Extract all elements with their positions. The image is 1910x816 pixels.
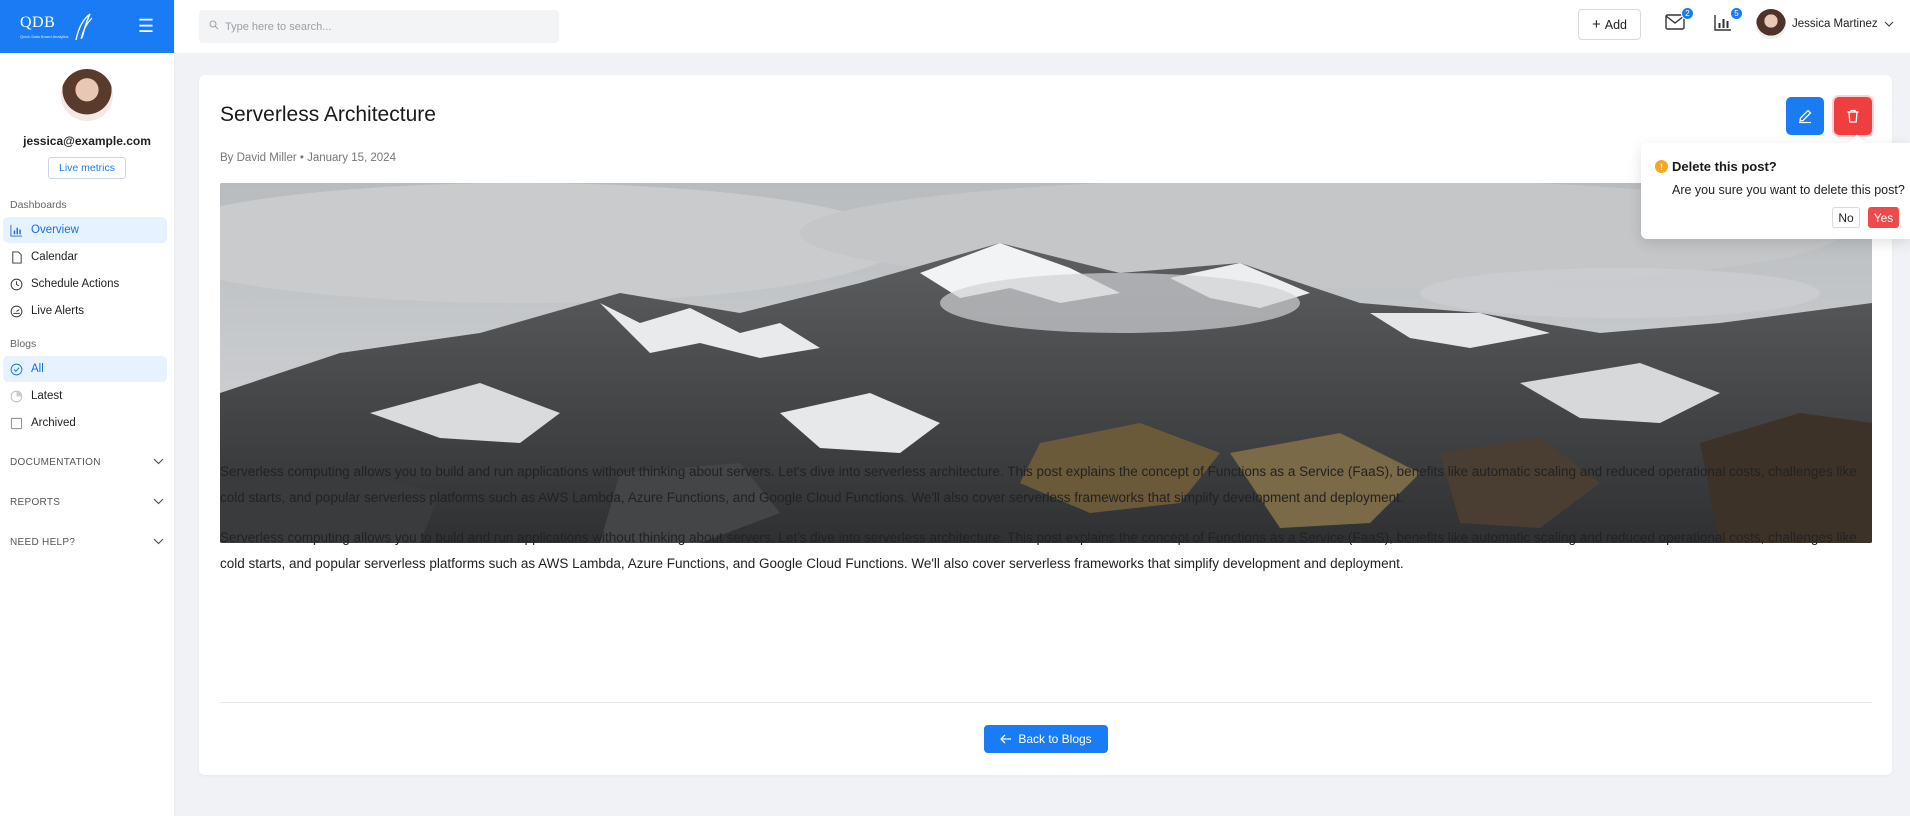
brand-name: QDB (20, 14, 56, 31)
chevron-down-icon (153, 497, 164, 508)
chart-count-badge: 5 (1730, 7, 1743, 20)
arrow-left-icon (1000, 734, 1012, 744)
dashboards-section-title: Dashboards (10, 199, 67, 211)
avatar[interactable] (61, 69, 113, 121)
popover-message: Are you sure you want to delete this pos… (1672, 183, 1905, 197)
warning-icon: ! (1655, 160, 1668, 173)
chevron-down-icon (153, 457, 164, 468)
plus-icon: + (1591, 16, 1601, 33)
confirm-delete-button[interactable]: Yes (1868, 207, 1899, 228)
chevron-down-icon (153, 537, 164, 548)
sidebar-section-reports[interactable]: REPORTS (0, 488, 174, 516)
sidebar-item-calendar[interactable]: Calendar (3, 244, 167, 270)
sidebar-item-label: All (31, 363, 44, 375)
brand-tagline: Quick Data Board Analytics (20, 34, 69, 39)
feather-logo-icon (75, 12, 93, 40)
sidebar-item-label: Archived (31, 417, 76, 429)
file-icon (10, 250, 23, 264)
edit-button[interactable] (1786, 97, 1824, 135)
search-placeholder: Type here to search... (225, 20, 332, 33)
section-label: DOCUMENTATION (10, 456, 101, 468)
topbar: Type here to search... + Add 2 5 Jessica… (175, 0, 1910, 53)
analytics-button[interactable]: 5 (1714, 7, 1743, 36)
search-input[interactable]: Type here to search... (199, 10, 559, 43)
popover-title: Delete this post? (1672, 159, 1777, 174)
pencil-icon (1799, 109, 1812, 124)
chevron-down-icon (1884, 18, 1894, 30)
clock-icon (10, 278, 23, 291)
sidebar-item-label: Live Alerts (31, 305, 85, 317)
post-card: Serverless Architecture By David Miller … (199, 75, 1892, 775)
avatar (1756, 9, 1786, 39)
section-label: REPORTS (10, 496, 61, 508)
delete-button[interactable] (1834, 97, 1872, 135)
sidebar-item-label: Latest (31, 390, 63, 402)
search-icon (209, 20, 219, 33)
sidebar: QDB Quick Data Board Analytics ☰ jessica… (0, 0, 175, 816)
section-label: NEED HELP? (10, 536, 76, 548)
menu-toggle-icon[interactable]: ☰ (138, 16, 154, 37)
brand-logo[interactable]: QDB Quick Data Board Analytics (20, 12, 94, 42)
sidebar-item-latest[interactable]: Latest (3, 383, 167, 409)
chart-icon (10, 224, 23, 237)
sidebar-item-label: Overview (31, 224, 79, 236)
sidebar-item-all[interactable]: All (3, 356, 167, 382)
back-label: Back to Blogs (1018, 732, 1092, 746)
cancel-delete-button[interactable]: No (1832, 207, 1860, 228)
sidebar-item-schedule-actions[interactable]: Schedule Actions (3, 271, 167, 297)
sidebar-item-archived[interactable]: Archived (3, 410, 167, 436)
post-meta: By David Miller • January 15, 2024 (220, 152, 396, 164)
user-name: Jessica Martinez (1792, 18, 1878, 30)
page-title: Serverless Architecture (220, 103, 436, 126)
sidebar-item-label: Schedule Actions (31, 278, 120, 290)
sidebar-item-overview[interactable]: Overview (3, 217, 167, 243)
user-menu[interactable]: Jessica Martinez (1756, 9, 1894, 39)
delete-confirm-popover: ! Delete this post? Are you sure you wan… (1641, 134, 1910, 239)
sidebar-item-label: Calendar (31, 251, 78, 263)
pie-icon (10, 390, 23, 403)
live-metrics-button[interactable]: Live metrics (47, 157, 126, 179)
add-button[interactable]: + Add (1578, 9, 1641, 40)
divider (220, 702, 1872, 703)
post-paragraph: Serverless computing allows you to build… (220, 464, 1857, 505)
blogs-section-title: Blogs (10, 338, 37, 350)
trash-icon (1847, 109, 1859, 123)
sidebar-section-need-help[interactable]: NEED HELP? (0, 528, 174, 556)
sidebar-section-documentation[interactable]: DOCUMENTATION (0, 448, 174, 476)
mail-count-badge: 2 (1681, 7, 1694, 20)
logo-bar: QDB Quick Data Board Analytics ☰ (0, 0, 174, 53)
post-paragraph: Serverless computing allows you to build… (220, 530, 1857, 571)
back-to-blogs-button[interactable]: Back to Blogs (984, 725, 1108, 753)
sidebar-profile: jessica@example.com Live metrics (0, 53, 174, 179)
check-circle-icon (10, 363, 23, 376)
messages-button[interactable]: 2 (1665, 7, 1694, 36)
square-icon (10, 417, 23, 430)
bar-chart-icon (1714, 15, 1731, 31)
gauge-icon (10, 305, 23, 318)
sidebar-item-live-alerts[interactable]: Live Alerts (3, 298, 167, 324)
user-email: jessica@example.com (23, 134, 151, 148)
add-label: Add (1604, 17, 1627, 32)
